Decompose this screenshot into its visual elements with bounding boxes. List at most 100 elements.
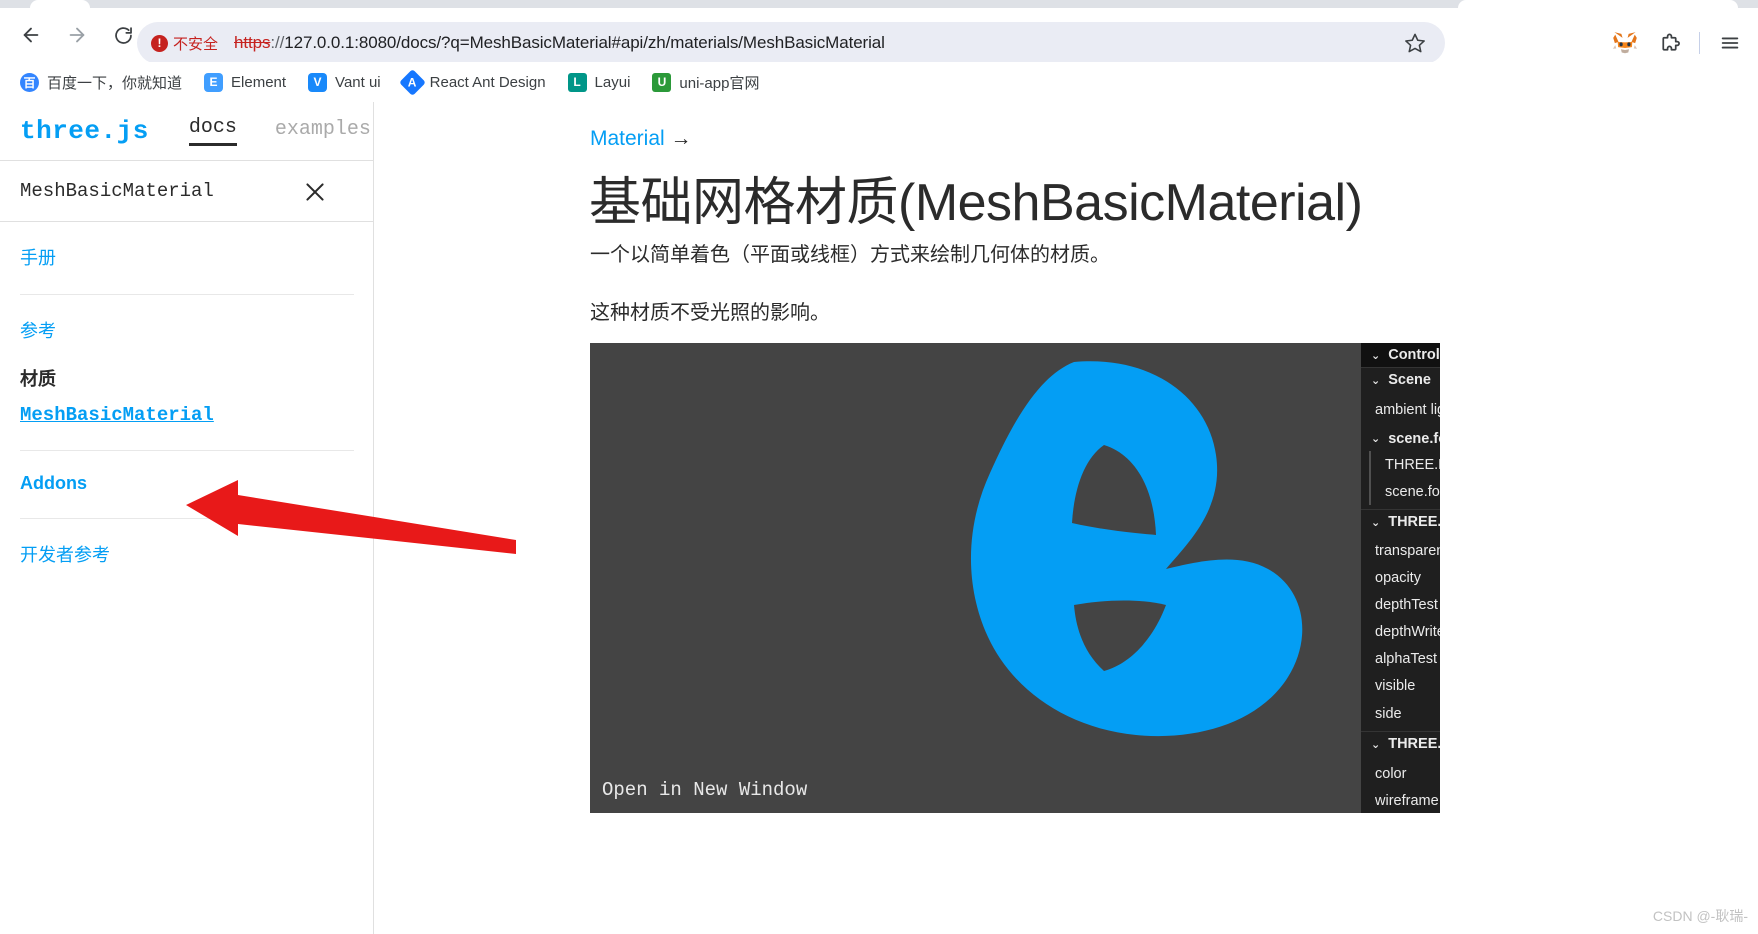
address-bar[interactable]: ! 不安全 https://127.0.0.1:8080/docs/?q=Mes… — [137, 22, 1445, 64]
sidebar-section-addons: Addons — [20, 451, 354, 519]
bookmark-item-uniapp[interactable]: U uni-app官网 — [644, 67, 767, 98]
not-secure-icon: ! — [151, 34, 168, 52]
page-title: 基础网格材质(MeshBasicMaterial) — [589, 174, 1363, 232]
gui-label: side — [1375, 706, 1402, 722]
chrome-menu-icon[interactable] — [1710, 23, 1750, 63]
gui-row-scene-fog-color: scene.fog.color 3f7b9d — [1369, 478, 1440, 505]
gui-folder-label: THREE.MeshBasicMaterial — [1388, 736, 1440, 752]
bookmark-label: 百度一下，你就知道 — [47, 74, 183, 92]
gui-folder-scene-fog[interactable]: ⌄ scene.fog — [1361, 426, 1440, 451]
gui-row-visible: visible — [1361, 672, 1440, 699]
browser-tab[interactable] — [30, 0, 90, 8]
gui-folder-label: Scene — [1388, 372, 1431, 388]
gui-row-depthtest: depthTest — [1361, 591, 1440, 618]
gui-row-three-fog: THREE.Fog() — [1369, 451, 1440, 478]
bookmark-item-baidu[interactable]: 百 百度一下，你就知道 — [12, 67, 190, 98]
gui-row-transparent: transparent — [1361, 537, 1440, 564]
search-input[interactable] — [20, 180, 270, 202]
sidebar-item-addons[interactable]: Addons — [20, 473, 354, 494]
gui-row-wireframe: wireframe — [1361, 787, 1440, 813]
url-separator: :// — [270, 33, 285, 52]
sidebar-subheading-materials: 材质 — [20, 369, 56, 389]
vant-ui-icon: V — [308, 72, 328, 92]
threejs-logo[interactable]: three.js — [20, 116, 149, 146]
back-arrow-icon[interactable] — [12, 16, 50, 54]
sidebar-item-developer-reference[interactable]: 开发者参考 — [20, 541, 354, 567]
gui-folder-label: THREE.Material — [1388, 514, 1440, 530]
uniapp-icon: U — [652, 72, 672, 92]
gui-label: scene.fog.color — [1385, 483, 1440, 500]
gui-label: depthTest — [1375, 596, 1438, 613]
gui-title-controls[interactable]: ⌄ Controls — [1361, 343, 1440, 367]
tab-docs[interactable]: docs — [188, 116, 237, 146]
gui-folder-three-meshbasicmaterial[interactable]: ⌄ THREE.MeshBasicMaterial — [1361, 731, 1440, 756]
main-content: Material → 基础网格材质(MeshBasicMaterial) 一个以… — [374, 102, 1758, 934]
gui-label: alphaTest — [1375, 650, 1438, 667]
toolbar-right-actions — [1605, 22, 1750, 64]
baidu-icon: 百 — [20, 72, 39, 92]
open-in-new-window-link[interactable]: Open in New Window — [602, 779, 807, 801]
torus-knot-model — [970, 361, 1303, 737]
gui-title-label: Controls — [1388, 347, 1440, 363]
breadcrumb-link-material[interactable]: Material — [590, 127, 665, 150]
gui-label: depthWrite — [1375, 623, 1440, 640]
url-scheme: https — [234, 33, 271, 52]
bookmark-item-element[interactable]: E Element — [196, 68, 294, 97]
chevron-down-icon: ⌄ — [1371, 374, 1381, 387]
page-body: three.js docs examples 手册 参考 材质 MeshBasi… — [0, 102, 1758, 934]
sidebar-section-manual: 手册 — [20, 222, 354, 295]
sidebar-item-reference[interactable]: 参考 — [20, 317, 354, 343]
gui-row-ambient-light: ambient light 000000 — [1361, 396, 1440, 423]
close-icon[interactable] — [302, 179, 328, 205]
sidebar-item-meshbasicmaterial[interactable]: MeshBasicMaterial — [20, 404, 214, 426]
security-status-label: 不安全 — [173, 35, 219, 53]
breadcrumb-arrow-icon: → — [670, 127, 692, 150]
extensions-puzzle-icon[interactable] — [1649, 23, 1689, 63]
bookmark-label: React Ant Design — [429, 73, 546, 91]
bookmark-label: uni-app官网 — [679, 74, 760, 92]
chevron-down-icon: ⌄ — [1371, 433, 1381, 445]
description-paragraph-2: 这种材质不受光照的影响。 — [590, 302, 830, 324]
gui-label: opacity — [1375, 569, 1421, 586]
search-row — [0, 161, 374, 222]
chevron-down-icon: ⌄ — [1371, 516, 1381, 529]
element-ui-icon: E — [204, 72, 224, 92]
3d-viewport[interactable]: Open in New Window ⌄ Controls ⌄ Scene am… — [590, 343, 1440, 813]
gui-row-opacity: opacity 1 — [1361, 564, 1440, 591]
tab-strip — [0, 0, 1758, 8]
bookmark-star-icon[interactable] — [1401, 29, 1429, 57]
bookmark-label: Vant ui — [335, 73, 381, 91]
sidebar-nav: 手册 参考 材质 MeshBasicMaterial Addons 开发者参考 — [0, 222, 374, 934]
metamask-extension-icon[interactable] — [1605, 23, 1645, 63]
docs-sidebar: three.js docs examples 手册 参考 材质 MeshBasi… — [0, 102, 374, 934]
bookmarks-bar: 百 百度一下，你就知道 E Element V Vant ui A React … — [0, 62, 1758, 102]
browser-tab[interactable] — [1458, 0, 1738, 8]
bookmark-item-vant[interactable]: V Vant ui — [300, 68, 389, 97]
gui-label: visible — [1375, 677, 1416, 694]
forward-arrow-icon[interactable] — [58, 16, 96, 54]
gui-row-alphatest: alphaTest 0 — [1361, 645, 1440, 672]
csdn-watermark: CSDN @-耿瑞- — [1652, 908, 1748, 924]
breadcrumb[interactable]: Material → — [590, 127, 692, 151]
gui-label: color — [1375, 765, 1407, 782]
bookmark-item-ant-design[interactable]: A React Ant Design — [395, 68, 554, 97]
sidebar-item-manual[interactable]: 手册 — [20, 244, 354, 270]
lil-gui-panel: ⌄ Controls ⌄ Scene ambient light 000000 — [1361, 343, 1440, 813]
bookmark-item-layui[interactable]: L Layui — [560, 68, 639, 97]
reload-icon[interactable] — [104, 16, 142, 54]
gui-folder-three-material[interactable]: ⌄ THREE.Material — [1361, 509, 1440, 534]
bookmark-label: Element — [231, 73, 287, 91]
bookmark-label: Layui — [594, 73, 631, 91]
security-status-chip[interactable]: ! 不安全 — [151, 33, 218, 54]
sidebar-section-reference: 参考 材质 MeshBasicMaterial — [20, 295, 354, 451]
gui-label: wireframe — [1375, 792, 1439, 809]
tab-examples[interactable]: examples — [275, 118, 371, 145]
gui-folder-scene[interactable]: ⌄ Scene — [1361, 367, 1440, 392]
chevron-down-icon: ⌄ — [1371, 349, 1381, 362]
gui-row-color: color 049ef4 — [1361, 760, 1440, 787]
gui-label: ambient light — [1375, 401, 1440, 418]
sidebar-section-devref: 开发者参考 — [20, 519, 354, 591]
gui-folder-label: scene.fog — [1388, 430, 1440, 447]
url-text: https://127.0.0.1:8080/docs/?q=MeshBasic… — [234, 33, 885, 53]
description-paragraph-1: 一个以简单着色（平面或线框）方式来绘制几何体的材质。 — [590, 244, 1110, 266]
